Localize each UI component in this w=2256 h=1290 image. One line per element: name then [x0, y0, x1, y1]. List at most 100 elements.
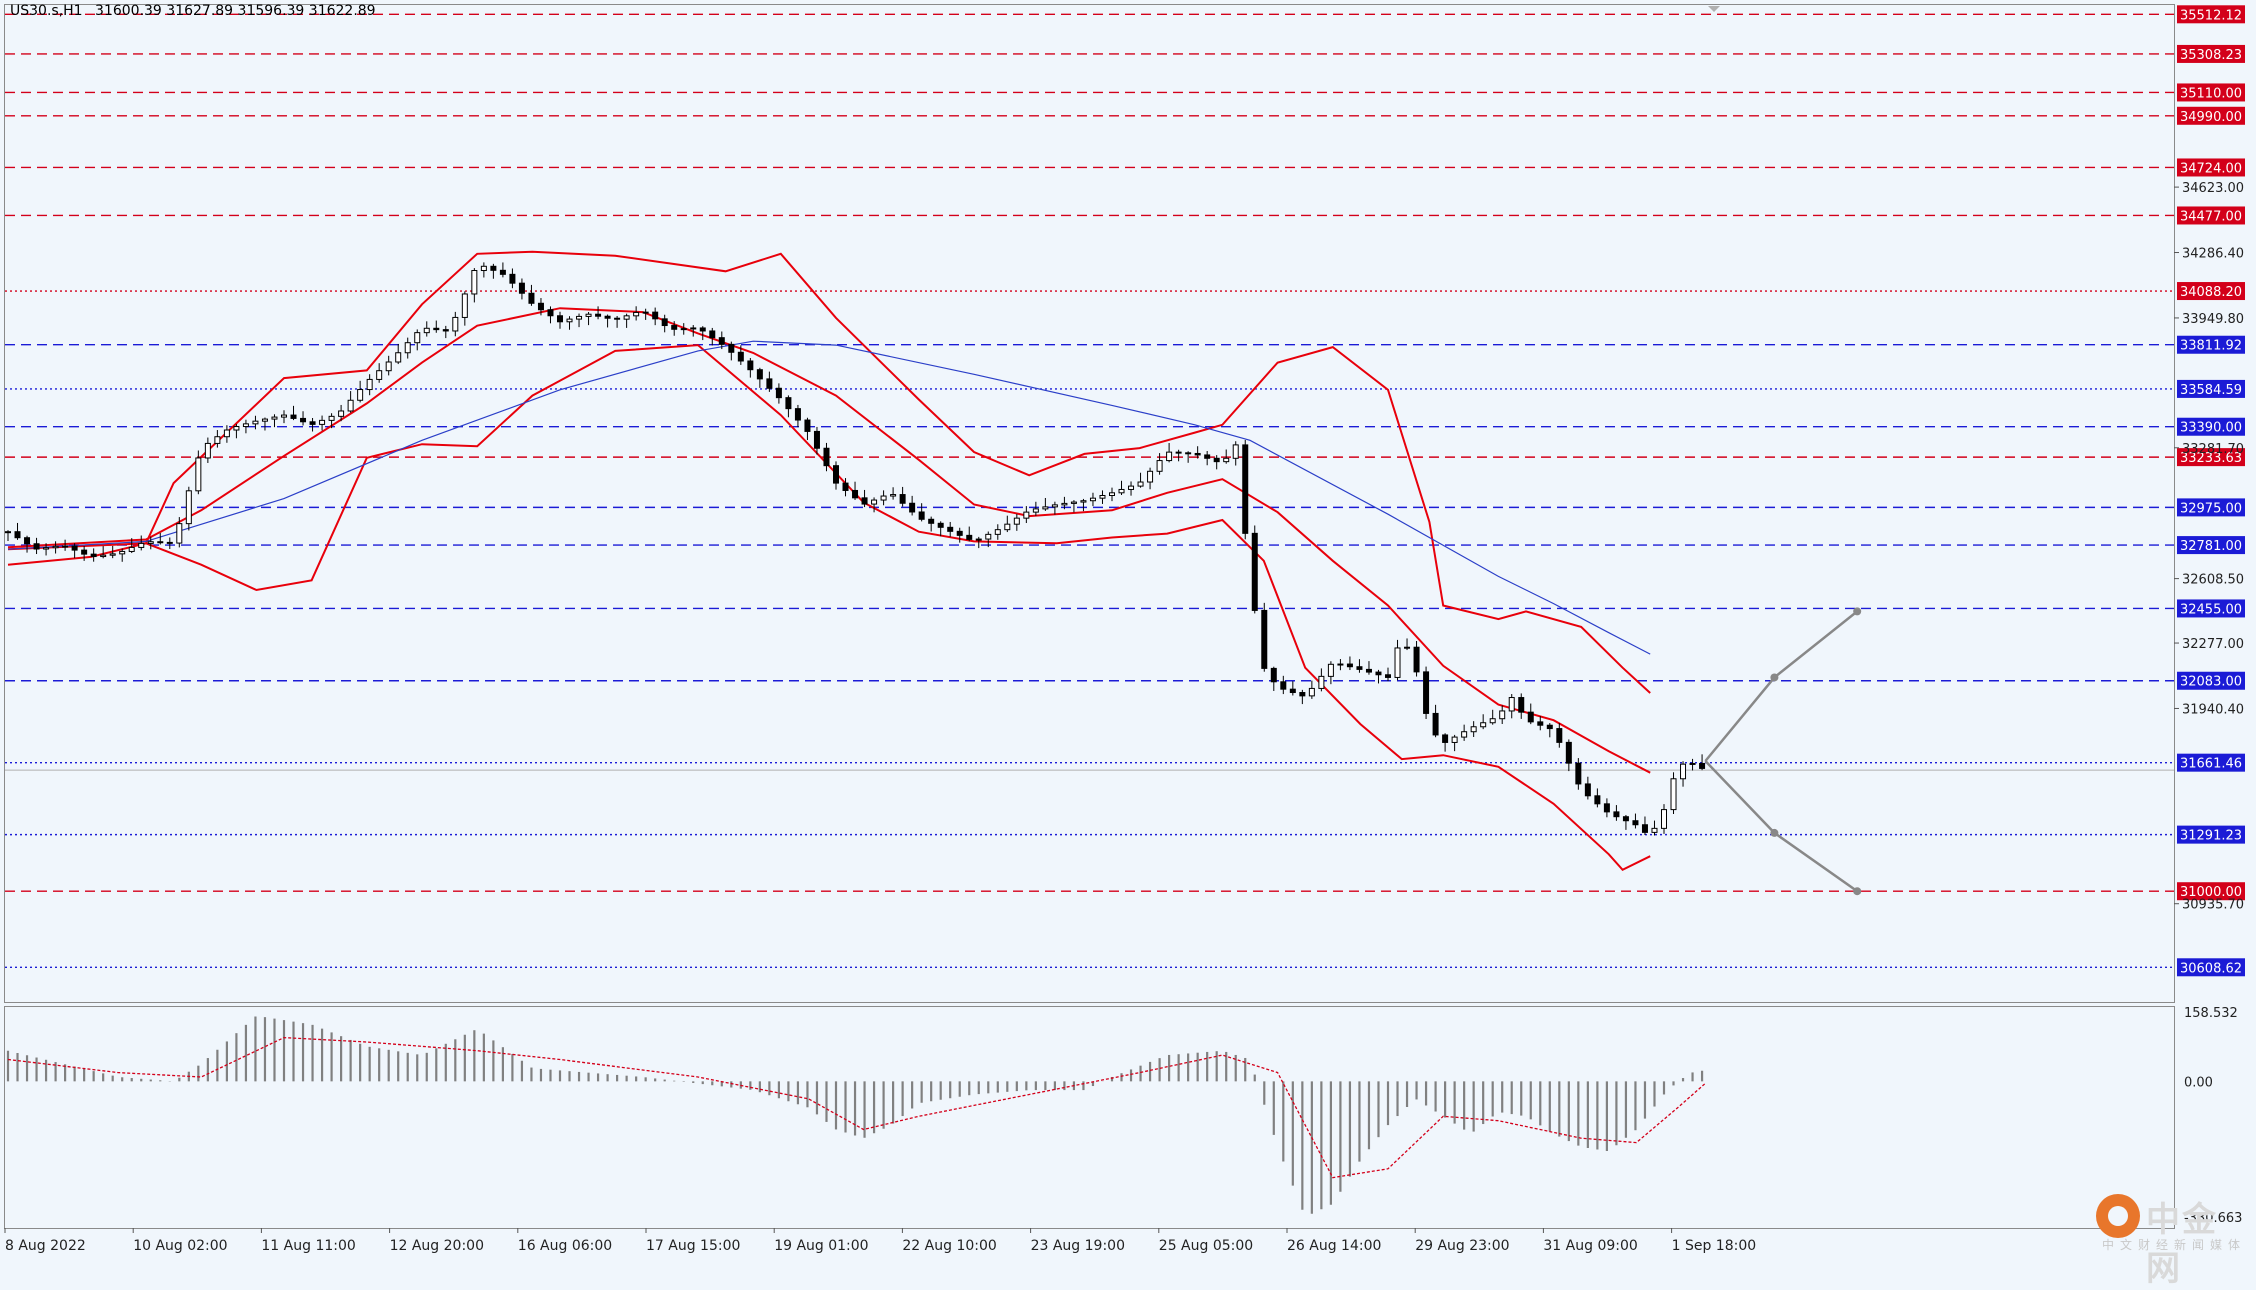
candle-body [157, 541, 164, 544]
candle-body [1508, 697, 1515, 712]
y-tick-label: 34286.40 [2182, 247, 2244, 262]
chart-background [0, 0, 2256, 1259]
price-level-label: 34477.00 [2180, 209, 2242, 224]
candle [1670, 772, 1677, 815]
candle-body [833, 465, 839, 484]
candle-body [1242, 444, 1249, 534]
projection-arrowhead [1853, 607, 1862, 616]
candle-body [338, 410, 345, 417]
candle-body [928, 518, 935, 524]
candle-body [1089, 497, 1096, 502]
candle-body [794, 408, 801, 421]
price-level-label: 32781.00 [2180, 539, 2242, 554]
candle-body [1080, 500, 1087, 503]
x-tick-label: 12 Aug 20:00 [390, 1238, 484, 1254]
candle-body [1023, 511, 1030, 519]
candle-body [890, 494, 897, 497]
candle-body [1699, 762, 1706, 769]
x-tick-label: 22 Aug 10:00 [902, 1238, 996, 1254]
candle-body [1109, 492, 1115, 496]
candle-body [880, 495, 887, 501]
candle-body [1013, 517, 1020, 525]
candle-body [62, 545, 69, 548]
candle-body [1461, 731, 1468, 738]
logo-subtitle: 中文财经新闻媒体 [2102, 1238, 2247, 1252]
candle [1251, 525, 1258, 614]
candle-body [1147, 470, 1154, 483]
candle-body [81, 549, 88, 555]
candle [1242, 439, 1249, 540]
candle-body [1622, 816, 1629, 822]
candle-body [1451, 736, 1458, 743]
y-tick-label: 33281.70 [2182, 442, 2244, 457]
candle-body [747, 360, 754, 371]
candle [1423, 666, 1430, 720]
candle-body [1194, 452, 1201, 456]
symbol-label: US30.s,H1 [10, 3, 83, 19]
candle-body [1423, 671, 1430, 714]
candle-body [1442, 734, 1449, 743]
x-tick-label: 11 Aug 11:00 [261, 1238, 355, 1254]
candle-body [1632, 820, 1639, 826]
candle-body [1394, 647, 1401, 678]
candle-body [214, 436, 221, 444]
candle-body [1185, 452, 1192, 455]
candle-body [756, 369, 763, 380]
candle-body [918, 511, 925, 520]
candle-body [1032, 508, 1039, 513]
candle-body [566, 318, 573, 323]
price-level-label: 32455.00 [2180, 602, 2242, 617]
candle-body [1299, 692, 1306, 697]
candle-body [395, 352, 402, 363]
candle-body [1613, 811, 1620, 818]
candle-body [233, 426, 240, 431]
candle-body [147, 541, 154, 544]
price-chart[interactable]: 35512.12 35308.23 35110.00 34990.00 34724.00… [0, 0, 2256, 1259]
candle-body [271, 416, 278, 420]
candle-body [1404, 646, 1411, 649]
candle-body [100, 554, 107, 558]
candle-body [24, 537, 31, 545]
candle-body [109, 553, 116, 556]
price-level-label: 30608.62 [2180, 961, 2242, 976]
candle-body [557, 315, 563, 323]
candle-body [90, 553, 97, 558]
candle-body [1432, 712, 1439, 736]
candle-body [1051, 504, 1058, 508]
x-tick-label: 1 Sep 18:00 [1672, 1238, 1757, 1254]
candle-body [985, 533, 992, 540]
y-tick-label: 32277.00 [2182, 637, 2244, 652]
candle-body [1565, 741, 1572, 764]
candle-body [861, 497, 868, 505]
candle-body [728, 343, 735, 353]
macd-axis-label: 0.00 [2184, 1075, 2213, 1090]
candle-body [261, 418, 268, 422]
candle-body [623, 315, 630, 320]
candle-body [966, 534, 973, 540]
price-level-label: 34990.00 [2180, 110, 2242, 125]
candle-body [518, 282, 525, 294]
candle-body [281, 414, 287, 418]
candle-body [1099, 494, 1106, 499]
candle-body [671, 325, 678, 330]
candle-body [300, 417, 307, 423]
candle-body [547, 309, 554, 317]
projection-arrowhead [1853, 887, 1862, 896]
candle-body [1489, 718, 1496, 724]
candle-body [252, 420, 259, 425]
candle-body [1346, 663, 1353, 668]
candle-body [414, 332, 421, 344]
candle-body [1232, 444, 1239, 459]
candle-body [1156, 460, 1163, 472]
candle-body [1251, 532, 1258, 611]
price-level-label: 31291.23 [2180, 829, 2242, 844]
candle-body [1042, 506, 1049, 510]
candle-body [1556, 728, 1563, 743]
candle-body [937, 522, 944, 528]
candle-body [680, 328, 687, 331]
candle-body [718, 337, 725, 345]
candle-body [1356, 666, 1363, 670]
chart-header: US30.s,H1 31600.39 31627.89 31596.39 316… [10, 3, 376, 19]
candle-body [404, 342, 411, 354]
y-tick-label: 30935.70 [2182, 898, 2244, 913]
